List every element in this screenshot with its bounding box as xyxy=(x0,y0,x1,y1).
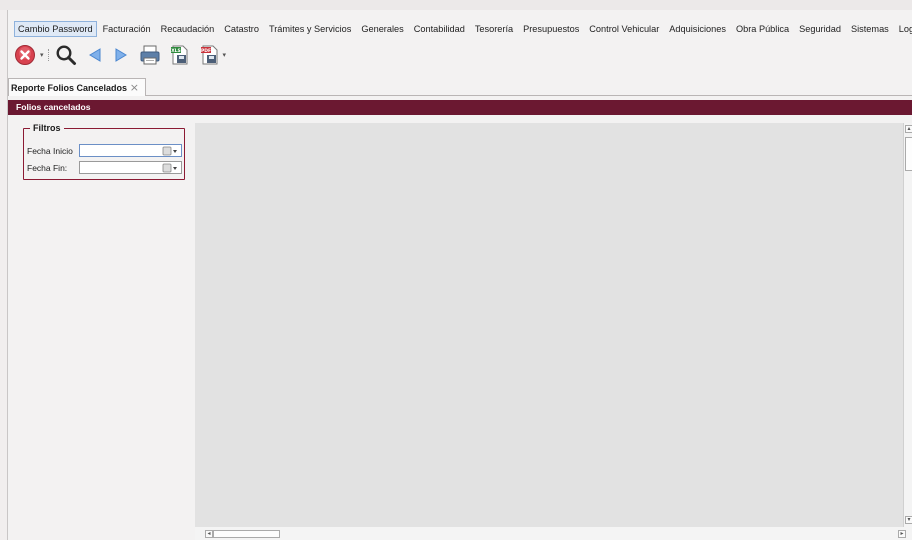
menu-recaudacion[interactable]: Recaudación xyxy=(157,21,219,37)
toolbar-separator xyxy=(47,49,49,61)
menu-facturacion[interactable]: Facturación xyxy=(99,21,155,37)
menubar: Cambio Password Facturación Recaudación … xyxy=(8,19,912,39)
scroll-down-icon[interactable]: ▾ xyxy=(905,516,912,524)
export-pdf-icon[interactable]: PDF xyxy=(199,44,221,66)
app-frame: Cambio Password Facturación Recaudación … xyxy=(7,10,912,540)
horizontal-scroll-thumb[interactable] xyxy=(213,530,280,538)
menu-log[interactable]: Log xyxy=(895,21,912,37)
scroll-right-icon[interactable]: ▸ xyxy=(898,530,906,538)
forward-arrow-icon[interactable] xyxy=(113,47,129,63)
fecha-inicio-label: Fecha Inicio xyxy=(27,145,73,156)
fecha-fin-row: Fecha Fin: xyxy=(27,161,182,174)
search-icon[interactable] xyxy=(55,44,77,66)
fecha-inicio-field[interactable] xyxy=(79,144,182,157)
menu-catastro[interactable]: Catastro xyxy=(220,21,263,37)
menu-adquisiciones[interactable]: Adquisiciones xyxy=(665,21,730,37)
menu-sistemas[interactable]: Sistemas xyxy=(847,21,893,37)
chevron-down-icon[interactable]: ▾ xyxy=(223,51,227,59)
window-top-strip xyxy=(0,0,912,10)
report-viewer: ▴ ▾ xyxy=(195,123,912,540)
menu-seguridad[interactable]: Seguridad xyxy=(795,21,845,37)
print-icon[interactable] xyxy=(139,44,161,66)
calendar-dropdown-icon[interactable] xyxy=(162,146,178,156)
filters-group: Filtros Fecha Inicio Fecha Fin: xyxy=(23,123,185,180)
scroll-up-icon[interactable]: ▴ xyxy=(905,125,912,133)
horizontal-scrollbar[interactable]: ◂ ▸ xyxy=(195,527,912,540)
close-tab-icon[interactable]: × xyxy=(130,81,139,94)
filters-legend: Filtros xyxy=(30,123,64,133)
tab-label: Reporte Folios Cancelados xyxy=(11,82,128,93)
section-title: Folios cancelados xyxy=(8,100,912,115)
toolbar: ▾ XLS PDF ▾ xyxy=(14,41,230,69)
fecha-inicio-input[interactable] xyxy=(80,145,160,156)
chevron-down-icon[interactable]: ▾ xyxy=(40,51,44,59)
fecha-fin-label: Fecha Fin: xyxy=(27,162,68,173)
menu-generales[interactable]: Generales xyxy=(357,21,407,37)
fecha-inicio-row: Fecha Inicio xyxy=(27,144,182,157)
tab-reporte-folios-cancelados[interactable]: Reporte Folios Cancelados × xyxy=(8,78,146,96)
menu-control-vehicular[interactable]: Control Vehicular xyxy=(585,21,663,37)
menu-cambio-password[interactable]: Cambio Password xyxy=(14,21,97,37)
calendar-dropdown-icon[interactable] xyxy=(162,163,178,173)
excel-badge-text: XLS xyxy=(171,48,181,54)
fecha-fin-input[interactable] xyxy=(80,162,160,173)
menu-obra-publica[interactable]: Obra Pública xyxy=(732,21,793,37)
close-icon[interactable] xyxy=(14,44,36,66)
menu-presupuestos[interactable]: Presupuestos xyxy=(519,21,583,37)
back-arrow-icon[interactable] xyxy=(87,47,103,63)
vertical-scroll-thumb[interactable] xyxy=(905,137,912,171)
menu-tesoreria[interactable]: Tesorería xyxy=(471,21,517,37)
pdf-badge-text: PDF xyxy=(200,48,210,54)
vertical-scrollbar[interactable]: ▴ ▾ xyxy=(903,123,912,527)
export-excel-icon[interactable]: XLS xyxy=(169,44,191,66)
scroll-left-icon[interactable]: ◂ xyxy=(205,530,213,538)
menu-contabilidad[interactable]: Contabilidad xyxy=(410,21,469,37)
fecha-fin-field[interactable] xyxy=(79,161,182,174)
tab-bar: Reporte Folios Cancelados × xyxy=(8,76,912,96)
menu-tramites-servicios[interactable]: Trámites y Servicios xyxy=(265,21,355,37)
